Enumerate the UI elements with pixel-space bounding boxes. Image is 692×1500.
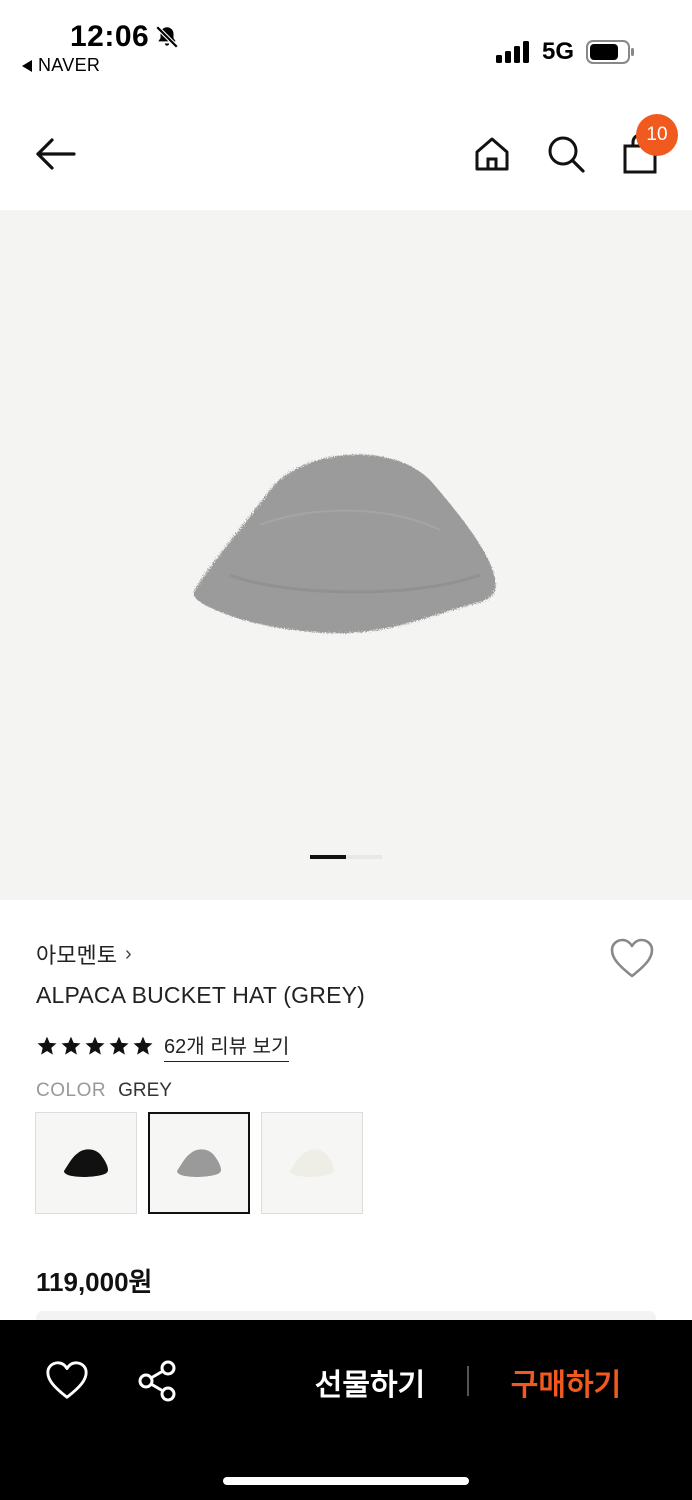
heart-icon xyxy=(46,1361,88,1399)
bell-off-icon xyxy=(155,25,179,49)
bottom-divider xyxy=(467,1366,469,1396)
back-to-app-link[interactable]: NAVER xyxy=(22,55,100,76)
battery-icon xyxy=(586,40,634,64)
star-icon xyxy=(37,1036,57,1055)
carousel-indicator-active xyxy=(310,855,346,859)
share-button[interactable] xyxy=(134,1358,180,1404)
carousel-indicator xyxy=(310,855,382,859)
star-icon xyxy=(85,1036,105,1055)
back-triangle-icon xyxy=(22,59,32,72)
back-button[interactable] xyxy=(32,130,80,178)
star-icon xyxy=(61,1036,81,1055)
rating-row: 62개 리뷰 보기 xyxy=(36,1030,290,1062)
bottom-action-bar: 선물하기 구매하기 xyxy=(0,1320,692,1500)
home-button[interactable] xyxy=(468,130,516,178)
home-indicator xyxy=(223,1477,469,1485)
color-row: COLOR GREY xyxy=(36,1080,172,1102)
buy-button[interactable]: 구매하기 xyxy=(496,1360,636,1404)
star-icon xyxy=(109,1036,129,1055)
product-image[interactable] xyxy=(0,210,692,900)
cart-count-badge: 10 xyxy=(636,114,678,156)
color-value: GREY xyxy=(118,1080,172,1101)
search-button[interactable] xyxy=(542,130,590,178)
review-link[interactable]: 62개 리뷰 보기 xyxy=(164,1030,290,1062)
home-icon xyxy=(475,137,509,171)
star-icon xyxy=(133,1036,153,1055)
bucket-hat-image xyxy=(193,454,496,634)
color-swatch[interactable] xyxy=(35,1112,137,1214)
brand-link[interactable]: 아모멘토 › xyxy=(36,938,132,970)
status-time: 12:06 xyxy=(70,20,150,53)
wishlist-button[interactable] xyxy=(608,936,656,980)
price: 119,000원 xyxy=(36,1267,153,1297)
network-type: 5G xyxy=(542,38,575,65)
brand-name: 아모멘토 xyxy=(36,943,117,968)
heart-icon xyxy=(610,938,654,978)
swatch-hat-image xyxy=(64,1149,108,1177)
swatch-hat-image xyxy=(177,1149,221,1177)
bottom-wishlist-button[interactable] xyxy=(44,1358,90,1404)
color-label: COLOR xyxy=(36,1080,107,1101)
search-icon xyxy=(548,136,585,173)
back-app-label: NAVER xyxy=(38,55,101,75)
gift-button[interactable]: 선물하기 xyxy=(300,1360,440,1404)
color-swatch[interactable] xyxy=(148,1112,250,1214)
product-name: ALPACA BUCKET HAT (GREY) xyxy=(36,982,366,1008)
chevron-right-icon: › xyxy=(124,942,132,965)
back-arrow-icon xyxy=(36,138,76,170)
color-swatches xyxy=(35,1112,363,1214)
signal-icon xyxy=(496,41,529,63)
rating-stars xyxy=(36,1035,154,1057)
share-icon xyxy=(138,1360,176,1402)
swatch-hat-image xyxy=(290,1149,334,1177)
app-header xyxy=(0,110,692,206)
status-bar: 12:06 NAVER 5G xyxy=(0,0,692,90)
color-swatch[interactable] xyxy=(261,1112,363,1214)
